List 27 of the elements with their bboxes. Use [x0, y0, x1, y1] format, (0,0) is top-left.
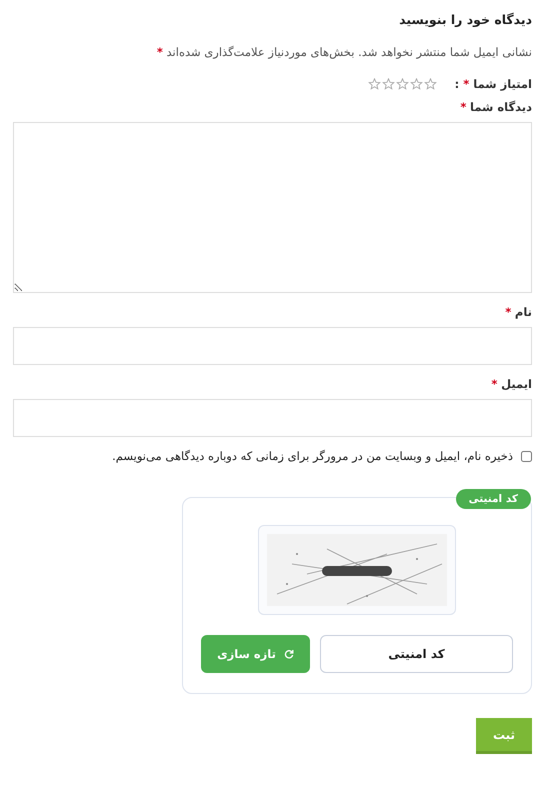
field-label: نام [514, 305, 532, 319]
input-field[interactable] [13, 399, 532, 437]
required-mark: * [491, 377, 498, 391]
captcha-badge: کد امنیتی [456, 489, 531, 509]
colon: : [454, 77, 460, 91]
input-field[interactable] [13, 327, 532, 365]
star-icon[interactable] [424, 78, 437, 90]
comment-field[interactable] [13, 122, 532, 293]
captcha-field[interactable]: کد امنیتی [320, 635, 513, 673]
required-mark: * [460, 100, 466, 114]
notice-text: نشانی ایمیل شما منتشر نخواهد شد. بخش‌های موردنیاز علامت‌گذاری شده‌اند [166, 45, 532, 59]
refresh-icon [284, 649, 294, 659]
remember-label: ذخیره نام، ایمیل و وبسایت من در مرورگر برای زمانی که دوباره دیدگاهی می‌نویسم. [112, 449, 513, 463]
submit-button[interactable]: ثبت [476, 718, 532, 754]
field-label: دیدگاه شما [470, 100, 532, 114]
rating-label: امتیاز شما [473, 77, 532, 91]
required-mark: * [156, 45, 163, 59]
star-icon[interactable] [396, 78, 409, 90]
required-mark: * [463, 77, 470, 91]
star-icon[interactable] [368, 78, 381, 90]
star-icon[interactable] [382, 78, 395, 90]
refresh-button[interactable]: تازه سازی [201, 635, 310, 673]
star-icon[interactable] [410, 78, 423, 90]
field-label: ایمیل [501, 377, 532, 391]
required-mark: * [505, 305, 512, 319]
checkbox[interactable] [521, 450, 532, 462]
form-heading: دیدگاه خود را بنویسید [398, 11, 532, 27]
